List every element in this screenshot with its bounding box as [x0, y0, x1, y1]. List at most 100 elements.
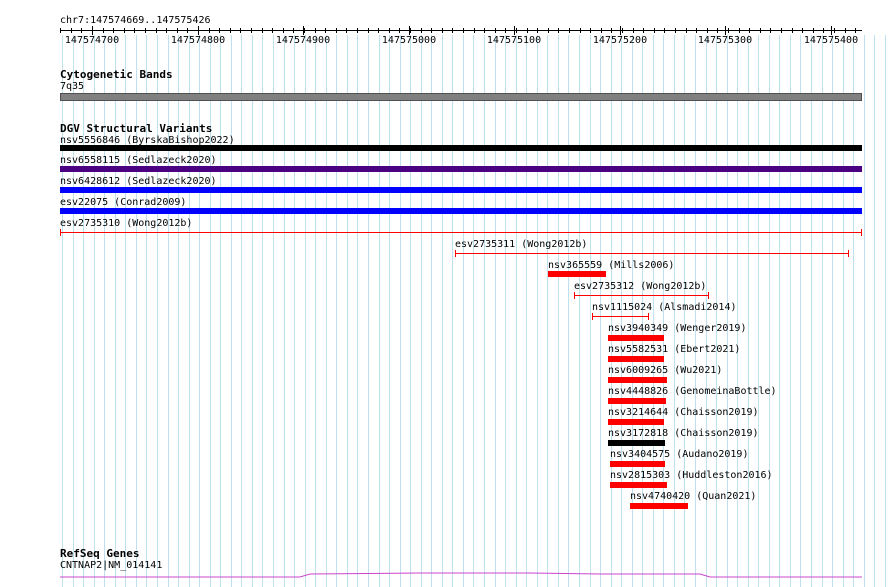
ruler-major-tick	[303, 26, 304, 35]
dgv-feature-bar[interactable]	[610, 461, 665, 467]
dgv-feature-label: esv2735311 (Wong2012b)	[455, 239, 588, 250]
ruler-tick-label: 147575000	[381, 35, 437, 46]
dgv-feature-bar[interactable]	[608, 398, 666, 404]
dgv-feature-bar[interactable]	[630, 503, 688, 509]
grid-line	[157, 35, 158, 587]
dgv-feature-bar[interactable]	[608, 335, 664, 341]
dgv-feature-label: nsv5582531 (Ebert2021)	[608, 344, 741, 355]
region-label: chr7:147574669..147575426	[60, 15, 211, 26]
grid-line	[199, 35, 200, 587]
grid-line	[864, 35, 865, 587]
dgv-feature-bar[interactable]	[608, 440, 665, 446]
ruler-minor-tick	[654, 28, 655, 33]
dgv-feature-bar[interactable]	[60, 187, 862, 193]
ruler-tick-label: 147575200	[592, 35, 648, 46]
dgv-feature-label: esv2735310 (Wong2012b)	[60, 218, 193, 229]
ruler-minor-tick	[590, 28, 591, 33]
grid-line	[790, 35, 791, 587]
ruler-minor-tick	[442, 28, 443, 33]
grid-line	[800, 35, 801, 587]
ruler-minor-tick	[368, 28, 369, 33]
ruler-minor-tick	[357, 28, 358, 33]
dgv-feature-line[interactable]	[592, 316, 649, 317]
grid-line	[843, 35, 844, 587]
ruler-minor-tick	[611, 28, 612, 33]
ruler-minor-tick	[823, 28, 824, 33]
ruler-tick-label: 147574900	[275, 35, 331, 46]
ruler-tick-label: 147574700	[64, 35, 120, 46]
grid-line	[516, 35, 517, 587]
grid-line	[252, 35, 253, 587]
dgv-feature-bar[interactable]	[60, 166, 862, 172]
ruler-minor-tick	[792, 28, 793, 33]
ruler-minor-tick	[686, 28, 687, 33]
grid-line	[421, 35, 422, 587]
grid-line	[168, 35, 169, 587]
ruler-minor-tick	[156, 28, 157, 33]
ruler-minor-tick	[622, 28, 623, 33]
dgv-feature-label: nsv4448826 (GenomeinaBottle)	[608, 386, 777, 397]
dgv-feature-bar[interactable]	[60, 208, 862, 214]
grid-line	[62, 35, 63, 587]
grid-line	[336, 35, 337, 587]
dgv-feature-label: nsv3404575 (Audano2019)	[610, 449, 749, 460]
ruler-minor-tick	[293, 28, 294, 33]
grid-line	[822, 35, 823, 587]
ruler-minor-tick	[770, 28, 771, 33]
grid-line	[294, 35, 295, 587]
ruler-minor-tick	[113, 28, 114, 33]
dgv-feature-bar[interactable]	[608, 356, 664, 362]
dgv-feature-bar[interactable]	[610, 482, 667, 488]
ruler-minor-tick	[813, 28, 814, 33]
ruler-minor-tick	[421, 28, 422, 33]
grid-line	[136, 35, 137, 587]
grid-line	[811, 35, 812, 587]
dgv-feature-line[interactable]	[455, 253, 849, 254]
grid-line	[452, 35, 453, 587]
dgv-feature-bar[interactable]	[60, 145, 862, 151]
dgv-feature-label: nsv1115024 (Alsmadi2014)	[592, 302, 737, 313]
dgv-feature-label: nsv3214644 (Chaisson2019)	[608, 407, 759, 418]
grid-line	[748, 35, 749, 587]
ruler-minor-tick	[633, 28, 634, 33]
grid-line	[357, 35, 358, 587]
dgv-feature-bar[interactable]	[608, 377, 667, 383]
grid-line	[547, 35, 548, 587]
grid-line	[590, 35, 591, 587]
gene-model-cntnap2[interactable]	[0, 565, 890, 587]
dgv-feature-label: nsv3940349 (Wenger2019)	[608, 323, 747, 334]
grid-line	[400, 35, 401, 587]
dgv-feature-bar[interactable]	[548, 271, 606, 277]
dgv-feature-bar[interactable]	[608, 419, 664, 425]
grid-line	[737, 35, 738, 587]
ruler-minor-tick	[463, 28, 464, 33]
ruler-minor-tick	[124, 28, 125, 33]
dgv-feature-endcap	[648, 313, 649, 320]
grid-line	[125, 35, 126, 587]
dgv-feature-endcap	[861, 229, 862, 236]
ruler-minor-tick	[431, 28, 432, 33]
grid-line	[115, 35, 116, 587]
grid-line	[442, 35, 443, 587]
dgv-feature-label: nsv6009265 (Wu2021)	[608, 365, 723, 376]
dgv-feature-label: nsv3172818 (Chaisson2019)	[608, 428, 759, 439]
ruler-minor-tick	[484, 28, 485, 33]
ruler-minor-tick	[315, 28, 316, 33]
ruler-minor-tick	[389, 28, 390, 33]
grid-line	[389, 35, 390, 587]
cytoband-track-title: Cytogenetic Bands	[60, 68, 173, 81]
ruler-minor-tick	[728, 28, 729, 33]
dgv-feature-line[interactable]	[60, 232, 862, 233]
ruler-minor-tick	[452, 28, 453, 33]
ruler-minor-tick	[60, 28, 61, 33]
grid-line	[758, 35, 759, 587]
ruler-minor-tick	[845, 28, 846, 33]
ruler-major-tick	[198, 26, 199, 35]
cytoband-bar[interactable]	[60, 93, 862, 101]
grid-line	[874, 35, 875, 587]
grid-line	[832, 35, 833, 587]
dgv-feature-line[interactable]	[574, 295, 709, 296]
refseq-track-title: RefSeq Genes	[60, 547, 140, 560]
ruler-minor-tick	[527, 28, 528, 33]
grid-line	[526, 35, 527, 587]
